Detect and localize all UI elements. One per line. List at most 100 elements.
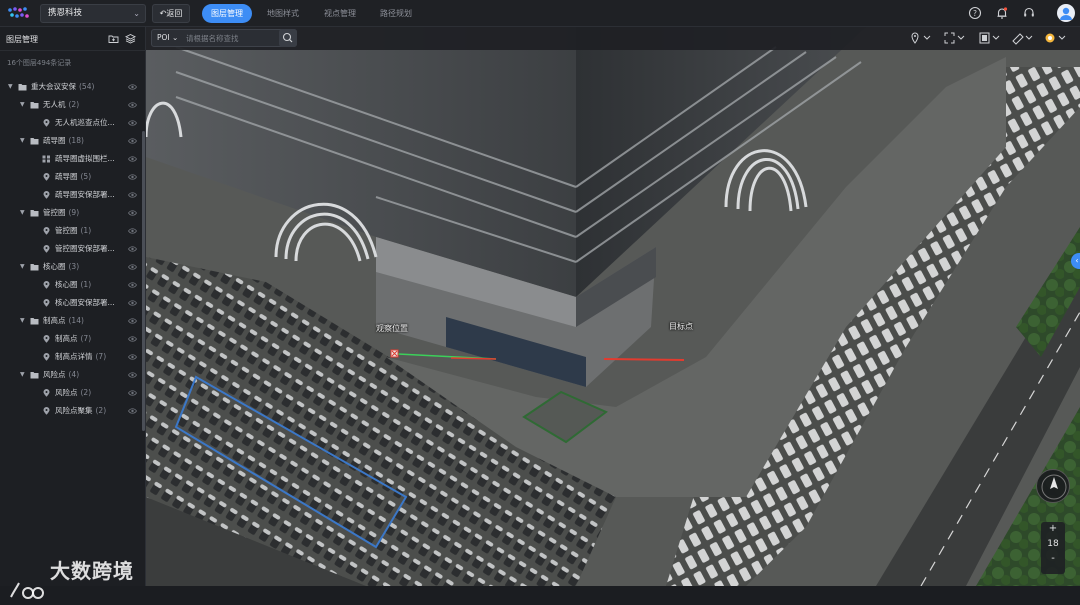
layer-count: (2) xyxy=(95,406,107,415)
visibility-eye-icon[interactable] xyxy=(128,191,137,199)
layer-tree-item[interactable]: 制高点 (7) xyxy=(0,330,141,348)
visibility-eye-icon[interactable] xyxy=(128,173,137,181)
visibility-eye-icon[interactable] xyxy=(128,335,137,343)
layer-tree-item[interactable]: 制高点详情 (7) xyxy=(0,348,141,366)
layers-icon[interactable] xyxy=(125,33,136,44)
tab-layer-management[interactable]: 图层管理 xyxy=(202,4,252,23)
layer-tree-item[interactable]: ▼ 疏导圈 (18) xyxy=(0,132,141,150)
layer-tree-item[interactable]: 风险点 (2) xyxy=(0,384,141,402)
layer-name: 制高点详情 xyxy=(55,352,93,361)
visibility-eye-icon[interactable] xyxy=(128,245,137,253)
tab-route-planning[interactable]: 路径规划 xyxy=(371,4,421,23)
visibility-eye-icon[interactable] xyxy=(128,209,137,217)
layer-tree-item[interactable]: 管控圈安保部署... xyxy=(0,240,141,258)
expand-arrow-icon[interactable]: ▼ xyxy=(20,258,25,276)
zoom-in-button[interactable]: + xyxy=(1041,522,1065,536)
layer-count: (2) xyxy=(80,388,92,397)
visibility-eye-icon[interactable] xyxy=(128,263,137,271)
measure-ruler-icon[interactable] xyxy=(1011,31,1035,45)
point-layer-icon xyxy=(43,389,50,397)
add-folder-icon[interactable] xyxy=(108,33,119,44)
expand-arrow-icon[interactable]: ▼ xyxy=(8,78,13,96)
visibility-eye-icon[interactable] xyxy=(128,119,137,127)
expand-arrow-icon[interactable]: ▼ xyxy=(20,312,25,330)
poi-type-label: POI xyxy=(157,33,170,42)
panel-expand-button[interactable]: ‹ xyxy=(1071,253,1080,269)
visibility-eye-icon[interactable] xyxy=(128,83,137,91)
basemap-icon[interactable] xyxy=(978,31,1002,45)
help-icon[interactable]: ? xyxy=(968,6,982,20)
folder-icon xyxy=(30,264,39,271)
point-layer-icon xyxy=(43,119,50,127)
layer-tree-item[interactable]: ▼ 重大会议安保 (54) xyxy=(0,78,141,96)
user-icon xyxy=(1060,7,1072,20)
back-button[interactable]: ↶返回 xyxy=(152,4,190,23)
layer-tree-item[interactable]: ▼ 制高点 (14) xyxy=(0,312,141,330)
layer-name: 管控圈 xyxy=(55,226,78,235)
layer-tree-item[interactable]: 管控圈 (1) xyxy=(0,222,141,240)
expand-arrow-icon[interactable]: ▼ xyxy=(20,132,25,150)
headset-icon[interactable] xyxy=(1022,6,1036,20)
layer-tree-label: 疏导圈虚拟围栏... xyxy=(55,150,118,168)
search-icon xyxy=(282,32,293,43)
layer-name: 核心圈 xyxy=(43,262,66,271)
layer-tree-item[interactable]: 疏导圈虚拟围栏... xyxy=(0,150,141,168)
layer-tree-item[interactable]: 核心圈安保部署... xyxy=(0,294,141,312)
visibility-eye-icon[interactable] xyxy=(128,299,137,307)
layer-name: 制高点 xyxy=(55,334,78,343)
visibility-eye-icon[interactable] xyxy=(128,137,137,145)
organization-select[interactable]: 携恩科技 ⌄ xyxy=(40,4,146,23)
layer-summary: 16个图层494条记录 xyxy=(7,59,72,67)
visibility-eye-icon[interactable] xyxy=(128,227,137,235)
location-pin-icon[interactable] xyxy=(909,31,933,45)
back-label: 返回 xyxy=(166,9,183,18)
layer-tree-item[interactable]: ▼ 核心圈 (3) xyxy=(0,258,141,276)
layer-tree-item[interactable]: ▼ 无人机 (2) xyxy=(0,96,141,114)
expand-arrow-icon[interactable]: ▼ xyxy=(20,366,25,384)
fullscreen-icon[interactable] xyxy=(943,31,967,45)
visibility-eye-icon[interactable] xyxy=(128,353,137,361)
expand-arrow-icon[interactable]: ▼ xyxy=(20,204,25,222)
zoom-out-button[interactable]: - xyxy=(1041,552,1065,566)
target-point-label[interactable]: 目标点 xyxy=(669,321,693,332)
layer-tree-item[interactable]: 疏导圈安保部署... xyxy=(0,186,141,204)
layer-name: 风险点 xyxy=(43,370,66,379)
visibility-eye-icon[interactable] xyxy=(128,101,137,109)
layer-tree-label: 核心圈 (1) xyxy=(55,276,91,294)
layer-tree-item[interactable]: 核心圈 (1) xyxy=(0,276,141,294)
layer-count: (7) xyxy=(95,352,107,361)
map-view[interactable]: 观察位置 目标点 POI ⌄ 请根据名称查找 ‹ + 18 - xyxy=(146,27,1080,586)
search-button[interactable] xyxy=(279,29,297,47)
layer-tree-label: 无人机 (2) xyxy=(43,96,79,114)
compass-control[interactable] xyxy=(1036,469,1070,503)
tab-viewpoint-management[interactable]: 视点管理 xyxy=(315,4,365,23)
user-avatar[interactable] xyxy=(1057,4,1075,22)
svg-text:?: ? xyxy=(973,9,977,18)
bell-icon[interactable] xyxy=(995,6,1009,20)
visibility-eye-icon[interactable] xyxy=(128,371,137,379)
observer-position-label[interactable]: 观察位置 xyxy=(376,323,408,334)
layer-tree-item[interactable]: 无人机巡查点位... xyxy=(0,114,141,132)
visibility-eye-icon[interactable] xyxy=(128,155,137,163)
sidebar-scrollbar[interactable] xyxy=(142,131,145,431)
layer-tree-item[interactable]: 风险点聚集 (2) xyxy=(0,402,141,420)
layer-tree-label: 制高点 (14) xyxy=(43,312,84,330)
weather-sun-icon[interactable] xyxy=(1044,31,1068,45)
layer-tree-item[interactable]: ▼ 风险点 (4) xyxy=(0,366,141,384)
poi-search-input[interactable] xyxy=(186,31,281,45)
layer-tree-item[interactable]: 疏导圈 (5) xyxy=(0,168,141,186)
sidebar-title: 图层管理 xyxy=(6,35,38,44)
visibility-eye-icon[interactable] xyxy=(128,281,137,289)
expand-arrow-icon[interactable]: ▼ xyxy=(20,96,25,114)
visibility-eye-icon[interactable] xyxy=(128,389,137,397)
layer-count: (18) xyxy=(68,136,84,145)
visibility-eye-icon[interactable] xyxy=(128,407,137,415)
poi-type-select[interactable]: POI ⌄ xyxy=(157,30,178,46)
folder-icon xyxy=(18,84,27,91)
tab-map-style[interactable]: 地图样式 xyxy=(258,4,308,23)
folder-icon xyxy=(30,210,39,217)
visibility-eye-icon[interactable] xyxy=(128,317,137,325)
layer-tree-item[interactable]: ▼ 管控圈 (9) xyxy=(0,204,141,222)
app-logo xyxy=(8,7,29,18)
point-layer-icon xyxy=(43,353,50,361)
